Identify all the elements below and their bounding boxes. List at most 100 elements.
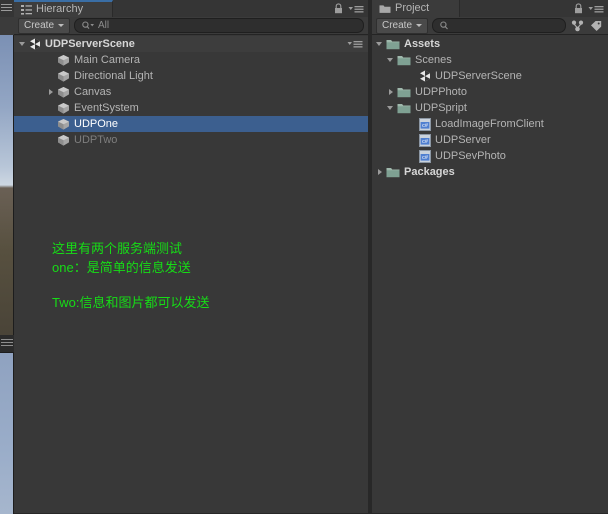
csharp-script-icon: c# [419, 117, 431, 131]
game-viewport[interactable] [0, 352, 14, 514]
scene-viewport[interactable] [0, 35, 14, 335]
tree-row-label: UDPSevPhoto [435, 150, 506, 162]
hierarchy-toolbar: Create All [14, 17, 368, 35]
hierarchy-create-label: Create [24, 19, 55, 31]
hierarchy-create-button[interactable]: Create [18, 17, 71, 34]
project-create-button[interactable]: Create [376, 17, 429, 34]
gameobject-cube-icon [57, 134, 70, 147]
scene-view-sliver[interactable] [0, 0, 14, 514]
scene-toolbar [0, 17, 14, 36]
chevron-down-icon[interactable] [386, 52, 397, 68]
tree-row-label: Packages [404, 166, 455, 178]
tree-row-label: UDPTwo [74, 134, 118, 146]
csharp-script-icon: c# [419, 149, 431, 163]
tree-row[interactable]: UDPPhoto [372, 84, 608, 100]
gameobject-cube-icon [57, 54, 70, 67]
tree-row-label: Scenes [415, 54, 452, 66]
scene-tabstrip [0, 0, 14, 18]
hierarchy-panel: Hierarchy Create All UDPServerScene Main… [14, 0, 369, 513]
folder-icon [397, 102, 411, 114]
svg-text:c#: c# [422, 139, 428, 145]
scene-menu-icon[interactable] [347, 36, 363, 52]
folder-icon [397, 86, 411, 98]
hierarchy-scene-row[interactable]: UDPServerScene [14, 36, 368, 52]
unity-scene-icon [29, 38, 41, 50]
hierarchy-tree[interactable]: UDPServerScene Main Camera Directional Li… [14, 36, 368, 513]
chevron-down-icon [416, 24, 423, 27]
tree-row-label: UDPServer [435, 134, 491, 146]
chevron-down-icon[interactable] [375, 36, 386, 52]
hierarchy-search-input[interactable]: All [74, 18, 364, 33]
gameobject-cube-icon [57, 86, 70, 99]
tree-row[interactable]: Assets [372, 36, 608, 52]
tree-row[interactable]: UDPOne [14, 116, 368, 132]
gameobject-cube-icon [57, 70, 70, 83]
project-tree[interactable]: Assets Scenes UDPServerScene UDPPhoto UDPSpr… [372, 36, 608, 513]
tree-row-label: UDPOne [74, 118, 119, 130]
project-search-input[interactable] [432, 18, 566, 33]
tab-project[interactable]: Project [372, 0, 460, 17]
chevron-right-icon[interactable] [386, 84, 397, 100]
search-icon [82, 21, 95, 30]
lock-icon[interactable] [334, 3, 343, 14]
tree-row[interactable]: Main Camera [14, 52, 368, 68]
gameobject-cube-icon [57, 118, 70, 131]
tree-row-label: LoadImageFromClient [435, 118, 544, 130]
chevron-right-icon[interactable] [46, 84, 57, 100]
panel-menu-icon[interactable] [588, 4, 604, 14]
chevron-right-icon[interactable] [375, 164, 386, 180]
hierarchy-object-list: Main Camera Directional Light Canvas EventS… [14, 52, 368, 148]
tree-row[interactable]: Canvas [14, 84, 368, 100]
tree-row[interactable]: c# UDPServer [372, 132, 608, 148]
project-panel: Project Create Assets Scenes UDPServerSc… [372, 0, 608, 513]
lock-icon[interactable] [574, 3, 583, 14]
annotation-line-1: 这里有两个服务端测试 one：是简单的信息发送 [52, 241, 191, 275]
tree-row-label: Assets [404, 38, 441, 50]
tree-row-label: Main Camera [74, 54, 141, 66]
tree-row[interactable]: c# LoadImageFromClient [372, 116, 608, 132]
tree-row[interactable]: EventSystem [14, 100, 368, 116]
filter-by-label-icon[interactable] [589, 19, 604, 33]
svg-text:c#: c# [422, 123, 428, 129]
project-folder-icon [379, 4, 391, 14]
project-tabstrip-actions [574, 0, 604, 17]
folder-icon [397, 54, 411, 66]
tree-row[interactable]: UDPTwo [14, 132, 368, 148]
project-toolbar: Create [372, 17, 608, 35]
panel-resize-grip[interactable] [0, 337, 14, 347]
chevron-down-icon[interactable] [386, 100, 397, 116]
tree-row-label: UDPSpript [415, 102, 467, 114]
filter-by-type-icon[interactable] [570, 19, 585, 33]
tree-row[interactable]: c# UDPSevPhoto [372, 148, 608, 164]
tree-row[interactable]: Scenes [372, 52, 608, 68]
tab-hierarchy[interactable]: Hierarchy [14, 0, 113, 17]
panel-menu-icon[interactable] [1, 4, 12, 11]
tree-row[interactable]: Directional Light [14, 68, 368, 84]
search-icon [440, 21, 449, 30]
tree-row-label: EventSystem [74, 102, 139, 114]
project-create-label: Create [382, 19, 413, 31]
panel-menu-icon[interactable] [348, 4, 364, 14]
tree-row-label: Directional Light [74, 70, 153, 82]
hierarchy-tabstrip: Hierarchy [14, 0, 368, 17]
tree-row[interactable]: Packages [372, 164, 608, 180]
folder-icon [386, 166, 400, 178]
project-tabstrip: Project [372, 0, 608, 17]
tree-row[interactable]: UDPSpript [372, 100, 608, 116]
tree-row[interactable]: UDPServerScene [372, 68, 608, 84]
chevron-down-icon[interactable] [18, 36, 29, 52]
annotation-line-2: Two:信息和图片都可以发送 [52, 295, 210, 310]
gameobject-cube-icon [57, 102, 70, 115]
hierarchy-tabstrip-actions [334, 0, 364, 17]
tree-row-label: UDPPhoto [415, 86, 467, 98]
svg-text:c#: c# [422, 155, 428, 161]
